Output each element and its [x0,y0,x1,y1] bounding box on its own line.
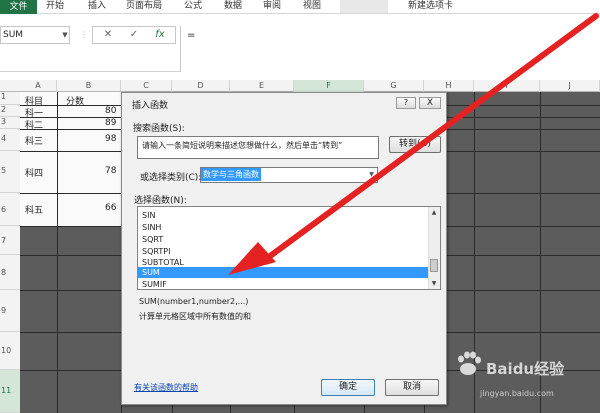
tab-review[interactable]: 审阅 [263,0,281,14]
file-tab[interactable]: 文件 [0,0,37,14]
close-icon[interactable]: X [419,97,441,109]
function-description: 计算单元格区域中所有数值的和 [139,312,251,321]
search-function-input[interactable]: 请输入一条简短说明来描述您想做什么，然后单击“转到” [137,136,379,159]
list-item[interactable]: SQRTPI [141,246,427,257]
list-item[interactable]: SUMIF [141,279,427,290]
watermark-url: jingyan.baidu.com [480,389,554,398]
column-header-c[interactable]: C [121,80,172,92]
cell-b6[interactable]: 66 [105,203,116,213]
enter-entry-icon[interactable]: ✓ [127,28,141,42]
insert-function-icon[interactable]: fx [153,28,167,42]
tab-page-layout[interactable]: 页面布局 [126,0,162,14]
cell-a4[interactable]: 科三 [25,134,43,147]
row-header-9[interactable]: 9 [0,290,20,332]
chevron-down-icon[interactable]: ▼ [366,168,377,182]
tab-insert[interactable]: 插入 [88,0,106,14]
column-header-a[interactable]: A [20,80,57,92]
function-syntax: SUM(number1,number2,...) [139,297,249,306]
row-header-2[interactable]: 2 [0,105,20,117]
list-item[interactable]: SINH [141,222,427,233]
cell-b5[interactable]: 78 [105,166,116,176]
search-function-label: 搜索函数(S): [133,124,185,134]
cell-b3[interactable]: 89 [105,118,116,128]
scroll-thumb[interactable] [430,259,438,272]
tab-new[interactable]: 新建选项卡 [408,0,453,14]
cell-a6[interactable]: 科五 [25,203,43,216]
row-header-1[interactable]: 1 [0,92,20,105]
dialog-title: 插入函数 [132,101,169,111]
formula-input[interactable] [180,26,600,72]
column-header-b[interactable]: B [57,80,121,92]
help-icon[interactable]: ? [396,97,416,109]
column-header-j[interactable]: J [540,80,600,92]
list-scrollbar[interactable] [428,207,440,289]
column-header-h[interactable]: H [424,80,474,92]
gridline [57,92,58,413]
list-item[interactable]: SQRT [141,234,427,245]
cell-b4[interactable]: 98 [105,134,116,144]
function-help-link[interactable]: 有关该函数的帮助 [134,382,198,393]
row-header-10[interactable]: 10 [0,332,20,370]
scroll-down-icon[interactable]: ▼ [428,278,440,289]
category-value: 数学与三角函数 [201,168,261,181]
cancel-entry-icon[interactable]: ✕ [101,28,115,42]
cell-b1[interactable]: 分数 [66,94,84,107]
function-list-label: 选择函数(N): [134,196,187,206]
tab-view[interactable]: 视图 [303,0,321,14]
row-header-11[interactable]: 11 [0,370,20,413]
column-header-f[interactable]: F [294,80,364,92]
formula-content: = [187,30,196,41]
category-label: 或选择类别(C): [140,173,202,183]
row-header-3[interactable]: 3 [0,117,20,129]
cell-a3[interactable]: 科二 [25,118,43,131]
tab-formulas[interactable]: 公式 [184,0,202,14]
formula-bar-grip: ⋮ [80,30,88,42]
goto-button[interactable]: 转到(G) [389,136,441,153]
watermark-brand: Baidu经验 [486,360,565,378]
ok-button[interactable]: 确定 [321,379,375,396]
name-box-dropdown-icon[interactable]: ▼ [60,26,70,44]
tab-data[interactable]: 数据 [224,0,242,14]
scroll-up-icon[interactable]: ▲ [428,207,440,218]
cell-b2[interactable]: 80 [105,106,116,116]
column-header-e[interactable]: E [230,80,294,92]
column-header-i[interactable]: I [474,80,540,92]
row-header-8[interactable]: 8 [0,255,20,290]
column-header-g[interactable]: G [364,80,424,92]
list-item-selected[interactable]: SUM [138,267,428,278]
row-header-6[interactable]: 6 [0,193,20,226]
column-header-d[interactable]: D [172,80,230,92]
row-header-7[interactable]: 7 [0,226,20,255]
list-item[interactable]: SIN [141,210,427,221]
cell-a5[interactable]: 科四 [25,166,43,179]
row-header-4[interactable]: 4 [0,129,20,151]
tab-home[interactable]: 开始 [46,0,64,14]
blurred-tab [340,0,388,13]
row-header-5[interactable]: 5 [0,151,20,193]
cancel-button[interactable]: 取消 [385,379,439,396]
